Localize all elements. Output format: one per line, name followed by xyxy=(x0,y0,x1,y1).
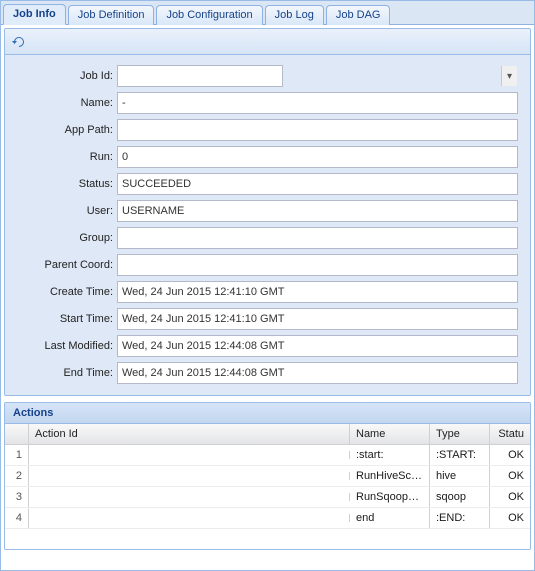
col-type[interactable]: Type xyxy=(430,424,490,444)
tab-job-dag[interactable]: Job DAG xyxy=(326,5,391,25)
field-app-path[interactable] xyxy=(117,119,518,141)
tab-label: Job Info xyxy=(13,8,56,20)
field-start-time[interactable] xyxy=(117,308,518,330)
field-run[interactable] xyxy=(117,146,518,168)
col-name[interactable]: Name xyxy=(350,424,430,444)
cell-type: :START: xyxy=(430,445,490,465)
field-end-time[interactable] xyxy=(117,362,518,384)
cell-type: :END: xyxy=(430,508,490,528)
table-row[interactable]: 4 end :END: OK xyxy=(5,508,530,529)
field-job-id[interactable] xyxy=(117,65,283,87)
label-parent-coord: Parent Coord: xyxy=(17,259,117,271)
tab-job-configuration[interactable]: Job Configuration xyxy=(156,5,262,25)
cell-action-id xyxy=(29,493,350,501)
field-parent-coord[interactable] xyxy=(117,254,518,276)
cell-name: :start: xyxy=(350,445,430,465)
cell-name: end xyxy=(350,508,430,528)
table-row[interactable]: 2 RunHiveScript hive OK xyxy=(5,466,530,487)
grid-header: Action Id Name Type Statu xyxy=(5,424,530,445)
label-group: Group: xyxy=(17,232,117,244)
label-status: Status: xyxy=(17,178,117,190)
tab-job-definition[interactable]: Job Definition xyxy=(68,5,155,25)
field-create-time[interactable] xyxy=(117,281,518,303)
label-start-time: Start Time: xyxy=(17,313,117,325)
cell-name: RunSqoopE... xyxy=(350,487,430,507)
col-status[interactable]: Statu xyxy=(490,424,530,444)
panel-toolbar xyxy=(5,29,530,55)
actions-panel: Actions Action Id Name Type Statu 1 :sta… xyxy=(4,402,531,550)
cell-status: OK xyxy=(490,487,530,507)
cell-action-id xyxy=(29,472,350,480)
cell-status: OK xyxy=(490,508,530,528)
cell-status: OK xyxy=(490,466,530,486)
grid-empty-space xyxy=(5,529,530,549)
label-name: Name: xyxy=(17,97,117,109)
row-number: 1 xyxy=(5,445,29,465)
field-user[interactable] xyxy=(117,200,518,222)
cell-action-id xyxy=(29,451,350,459)
tab-label: Job Log xyxy=(275,9,314,21)
label-last-modified: Last Modified: xyxy=(17,340,117,352)
table-row[interactable]: 3 RunSqoopE... sqoop OK xyxy=(5,487,530,508)
col-action-id[interactable]: Action Id xyxy=(29,424,350,444)
tab-strip: Job Info Job Definition Job Configuratio… xyxy=(1,1,534,25)
label-job-id: Job Id: xyxy=(17,70,117,82)
table-row[interactable]: 1 :start: :START: OK xyxy=(5,445,530,466)
tab-label: Job Configuration xyxy=(166,9,252,21)
label-user: User: xyxy=(17,205,117,217)
field-name[interactable] xyxy=(117,92,518,114)
panel-body: Job Id: ▾ Name: App Path: Run: Status: xyxy=(5,55,530,395)
field-last-modified[interactable] xyxy=(117,335,518,357)
tab-job-log[interactable]: Job Log xyxy=(265,5,324,25)
cell-name: RunHiveScript xyxy=(350,466,430,486)
cell-status: OK xyxy=(490,445,530,465)
col-rownum[interactable] xyxy=(5,424,29,444)
label-end-time: End Time: xyxy=(17,367,117,379)
field-group[interactable] xyxy=(117,227,518,249)
cell-type: hive xyxy=(430,466,490,486)
field-job-id-trigger-icon[interactable]: ▾ xyxy=(501,66,517,86)
label-create-time: Create Time: xyxy=(17,286,117,298)
field-status[interactable] xyxy=(117,173,518,195)
tab-label: Job DAG xyxy=(336,9,381,21)
row-number: 2 xyxy=(5,466,29,486)
actions-title: Actions xyxy=(5,403,530,424)
tab-job-info[interactable]: Job Info xyxy=(3,4,66,25)
label-run: Run: xyxy=(17,151,117,163)
label-app-path: App Path: xyxy=(17,124,117,136)
cell-action-id xyxy=(29,514,350,522)
row-number: 3 xyxy=(5,487,29,507)
tab-label: Job Definition xyxy=(78,9,145,21)
row-number: 4 xyxy=(5,508,29,528)
actions-grid: Action Id Name Type Statu 1 :start: :STA… xyxy=(5,424,530,549)
job-info-panel: Job Id: ▾ Name: App Path: Run: Status: xyxy=(4,28,531,396)
cell-type: sqoop xyxy=(430,487,490,507)
refresh-icon[interactable] xyxy=(11,34,27,50)
